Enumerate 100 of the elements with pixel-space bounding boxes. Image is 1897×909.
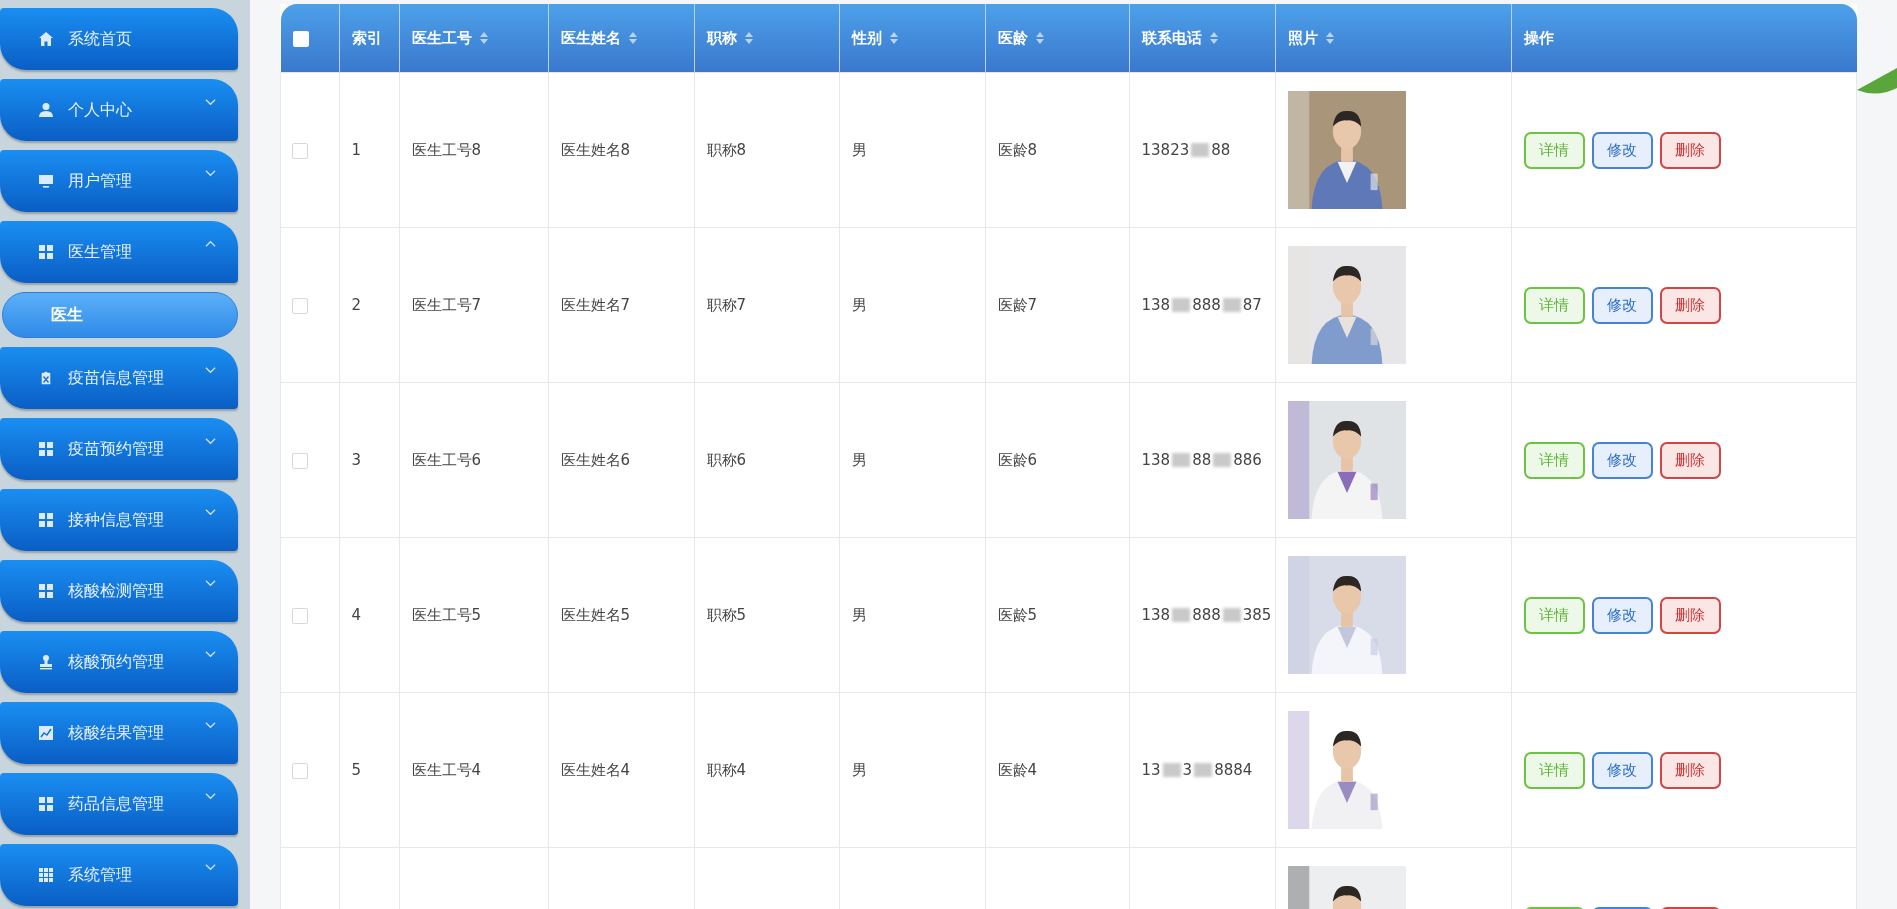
phone-text: 13 [1141, 761, 1161, 779]
column-header[interactable]: 联系电话 [1141, 28, 1202, 47]
table-cell: 医生姓名5 [560, 605, 631, 624]
table-cell: 2 [351, 296, 362, 314]
redaction-mark [1172, 608, 1191, 622]
table-cell: 医龄8 [997, 140, 1038, 159]
sort-icon[interactable] [744, 32, 753, 44]
sort-icon[interactable] [479, 32, 488, 44]
table-cell: 医生姓名4 [560, 760, 631, 779]
detail-button[interactable]: 详情 [1523, 131, 1585, 169]
checkbox[interactable] [292, 297, 308, 314]
phone-text: 88 [1192, 451, 1212, 469]
delete-button[interactable]: 删除 [1659, 751, 1721, 789]
table-cell: 医生工号5 [411, 605, 482, 624]
sidebar-item[interactable]: 疫苗预约管理 [0, 418, 238, 480]
sidebar-item[interactable]: 疫苗信息管理 [0, 347, 238, 409]
table-cell: 职称5 [706, 605, 747, 624]
table-cell: 5 [351, 761, 362, 779]
checkbox[interactable] [292, 607, 308, 624]
redaction-mark [1222, 298, 1241, 312]
phone-text: 88 [1211, 141, 1231, 159]
phone-text: 87 [1242, 296, 1262, 314]
redaction-mark [1222, 608, 1241, 622]
delete-button[interactable]: 删除 [1659, 286, 1721, 324]
checkbox[interactable] [292, 762, 308, 779]
table-cell: 职称8 [706, 140, 747, 159]
sidebar-subitem[interactable]: 医生 [2, 292, 238, 338]
checkbox[interactable] [292, 452, 308, 469]
table-cell: 医生工号6 [411, 450, 482, 469]
chart-icon [38, 725, 54, 741]
sort-icon[interactable] [889, 32, 898, 44]
sidebar-item[interactable]: 系统首页 [0, 8, 238, 70]
clipboard-icon [38, 370, 54, 386]
detail-button[interactable]: 详情 [1523, 286, 1585, 324]
user-icon [38, 102, 54, 118]
sidebar-item[interactable]: 医生管理 [0, 221, 238, 283]
table-cell: 男 [851, 760, 867, 779]
sidebar-item[interactable]: 核酸预约管理 [0, 631, 238, 693]
redaction-mark [1194, 763, 1213, 777]
sort-icon[interactable] [1035, 32, 1044, 44]
table-cell: 1 [351, 141, 362, 159]
table-cell: 4 [351, 606, 362, 624]
checkbox[interactable] [292, 142, 308, 159]
stamp-icon [38, 654, 54, 670]
table-cell: 男 [851, 140, 867, 159]
grid-icon [38, 441, 54, 457]
table-cell: 医龄4 [997, 760, 1038, 779]
column-header[interactable]: 照片 [1287, 28, 1318, 47]
sidebar-item[interactable]: 核酸结果管理 [0, 702, 238, 764]
grid-icon [38, 512, 54, 528]
phone-text: 3 [1182, 761, 1193, 779]
sidebar-item[interactable]: 接种信息管理 [0, 489, 238, 551]
column-header[interactable]: 医龄 [997, 28, 1028, 47]
sidebar-item[interactable]: 用户管理 [0, 150, 238, 212]
edit-button[interactable]: 修改 [1591, 286, 1653, 324]
detail-button[interactable]: 详情 [1523, 441, 1585, 479]
delete-button[interactable]: 删除 [1659, 131, 1721, 169]
grid-icon [38, 796, 54, 812]
delete-button[interactable]: 删除 [1659, 596, 1721, 634]
table-cell: 医生姓名6 [560, 450, 631, 469]
apps-icon [38, 867, 54, 883]
redaction-mark [1213, 453, 1232, 467]
phone-text: 385 [1242, 606, 1272, 624]
sort-icon[interactable] [628, 32, 637, 44]
home-icon [38, 31, 54, 47]
table-cell: 医生工号7 [411, 295, 482, 314]
sidebar-item[interactable]: 药品信息管理 [0, 773, 238, 835]
table-cell: 男 [851, 295, 867, 314]
column-header[interactable]: 医生姓名 [560, 28, 621, 47]
phone-text: 888 [1192, 606, 1221, 624]
edit-button[interactable]: 修改 [1591, 596, 1653, 634]
table-cell: 医生姓名7 [560, 295, 631, 314]
table-cell: 职称4 [706, 760, 747, 779]
detail-button[interactable]: 详情 [1523, 751, 1585, 789]
phone-text: 888 [1192, 296, 1221, 314]
table-cell: 3 [351, 451, 362, 469]
sidebar-item[interactable]: 核酸检测管理 [0, 560, 238, 622]
checkbox[interactable] [292, 30, 309, 47]
redaction-mark [1191, 143, 1210, 157]
column-header[interactable]: 职称 [706, 28, 737, 47]
sort-icon[interactable] [1325, 32, 1334, 44]
column-header: 操作 [1523, 28, 1554, 47]
sidebar-item[interactable]: 个人中心 [0, 79, 238, 141]
monitor-icon [38, 173, 54, 189]
column-header[interactable]: 医生工号 [411, 28, 472, 47]
edit-button[interactable]: 修改 [1591, 751, 1653, 789]
column-header: 索引 [351, 28, 382, 47]
edit-button[interactable]: 修改 [1591, 131, 1653, 169]
sidebar-item[interactable]: 系统管理 [0, 844, 238, 906]
delete-button[interactable]: 删除 [1659, 441, 1721, 479]
edit-button[interactable]: 修改 [1591, 441, 1653, 479]
sort-icon[interactable] [1209, 32, 1218, 44]
redaction-mark [1172, 298, 1191, 312]
table-cell: 医龄7 [997, 295, 1038, 314]
table-cell: 职称7 [706, 295, 747, 314]
phone-text: 886 [1233, 451, 1262, 469]
column-header[interactable]: 性别 [851, 28, 882, 47]
detail-button[interactable]: 详情 [1523, 596, 1585, 634]
table-cell: 职称6 [706, 450, 747, 469]
phone-text: 8884 [1214, 761, 1253, 779]
